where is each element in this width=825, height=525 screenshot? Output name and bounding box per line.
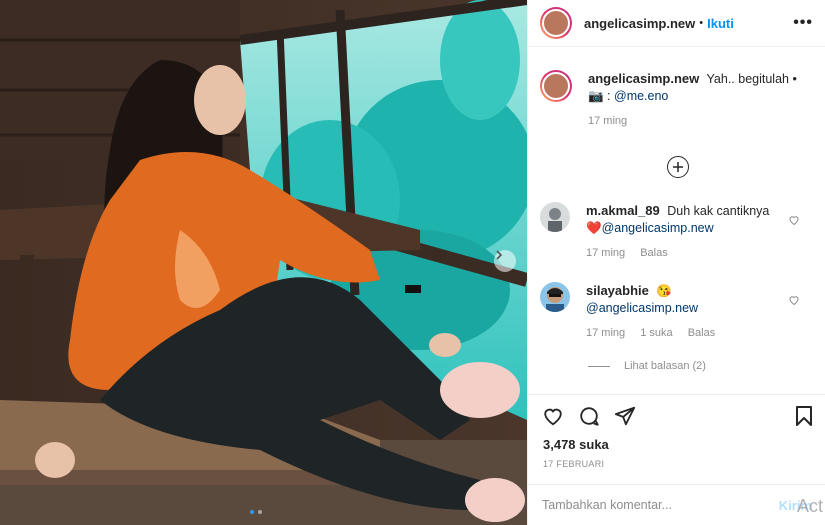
- replies-divider-line: [588, 365, 610, 367]
- post-photo[interactable]: [0, 0, 527, 525]
- post-date[interactable]: 17 FEBRUARI: [543, 459, 604, 469]
- post-actions: 3,478 suka 17 FEBRUARI: [528, 394, 825, 469]
- next-photo-button[interactable]: [494, 250, 516, 272]
- likes-count[interactable]: 3,478 suka: [543, 437, 609, 452]
- post-side-panel: angelicasimp.new • Ikuti ••• angelicasim…: [527, 0, 825, 525]
- post-header: angelicasimp.new • Ikuti •••: [528, 0, 825, 47]
- comment-item: silayabhie 😘 @angelicasimp.new 17 ming 1…: [540, 282, 818, 342]
- commenter-avatar[interactable]: [540, 282, 570, 312]
- comment-emoji: ❤️: [586, 221, 602, 235]
- comment-input[interactable]: [542, 498, 779, 512]
- plus-circle-icon: [673, 162, 683, 172]
- reply-button[interactable]: Balas: [688, 327, 716, 339]
- comment-item: m.akmal_89 Duh kak cantiknya ❤️@angelica…: [540, 202, 818, 262]
- chevron-right-icon: [496, 250, 503, 260]
- heart-icon[interactable]: [542, 405, 564, 430]
- view-replies-button[interactable]: Lihat balasan (2): [588, 360, 706, 372]
- caption-text: Yah.. begitulah •: [706, 72, 797, 86]
- comments-section[interactable]: angelicasimp.new Yah.. begitulah • 📷 : @…: [528, 48, 825, 394]
- add-comment-bar: Kirim: [528, 484, 825, 525]
- comment-time[interactable]: 17 ming: [586, 247, 625, 259]
- commenter-avatar[interactable]: [540, 202, 570, 232]
- comment-time[interactable]: 17 ming: [586, 327, 625, 339]
- comment-emoji: 😘: [656, 284, 672, 298]
- commenter-username[interactable]: m.akmal_89: [586, 203, 660, 218]
- more-options-icon[interactable]: •••: [793, 14, 813, 32]
- carousel-indicator: [250, 510, 262, 514]
- caption-time[interactable]: 17 ming: [588, 115, 627, 127]
- bookmark-icon[interactable]: [794, 405, 814, 430]
- comment-mention-link[interactable]: @angelicasimp.new: [586, 301, 698, 315]
- post-caption: angelicasimp.new Yah.. begitulah • 📷 : @…: [540, 70, 818, 130]
- carousel-dot: [258, 510, 262, 514]
- activation-watermark: Act: [797, 496, 824, 516]
- separator-bullet: •: [699, 17, 704, 29]
- load-more-comments-button[interactable]: [667, 156, 689, 178]
- follow-button[interactable]: Ikuti: [707, 16, 734, 31]
- comment-text: Duh kak cantiknya: [667, 204, 770, 218]
- credit-mention-link[interactable]: @me.eno: [614, 89, 668, 103]
- comment-heart-icon[interactable]: [788, 214, 800, 229]
- caption-avatar[interactable]: [540, 70, 572, 102]
- comment-mention-link[interactable]: @angelicasimp.new: [602, 221, 714, 235]
- reply-button[interactable]: Balas: [640, 247, 668, 259]
- commenter-username[interactable]: silayabhie: [586, 283, 649, 298]
- author-avatar[interactable]: [540, 7, 572, 39]
- comment-likes[interactable]: 1 suka: [640, 327, 672, 339]
- carousel-dot-active: [250, 510, 254, 514]
- caption-username[interactable]: angelicasimp.new: [588, 71, 699, 86]
- credit-separator: :: [603, 89, 614, 103]
- view-replies-label: Lihat balasan (2): [624, 360, 706, 372]
- photo-illustration: [0, 0, 527, 525]
- camera-emoji: 📷: [588, 89, 604, 103]
- share-icon[interactable]: [614, 405, 636, 430]
- comment-heart-icon[interactable]: [788, 294, 800, 309]
- author-username[interactable]: angelicasimp.new: [584, 16, 695, 31]
- comment-icon[interactable]: [578, 405, 600, 430]
